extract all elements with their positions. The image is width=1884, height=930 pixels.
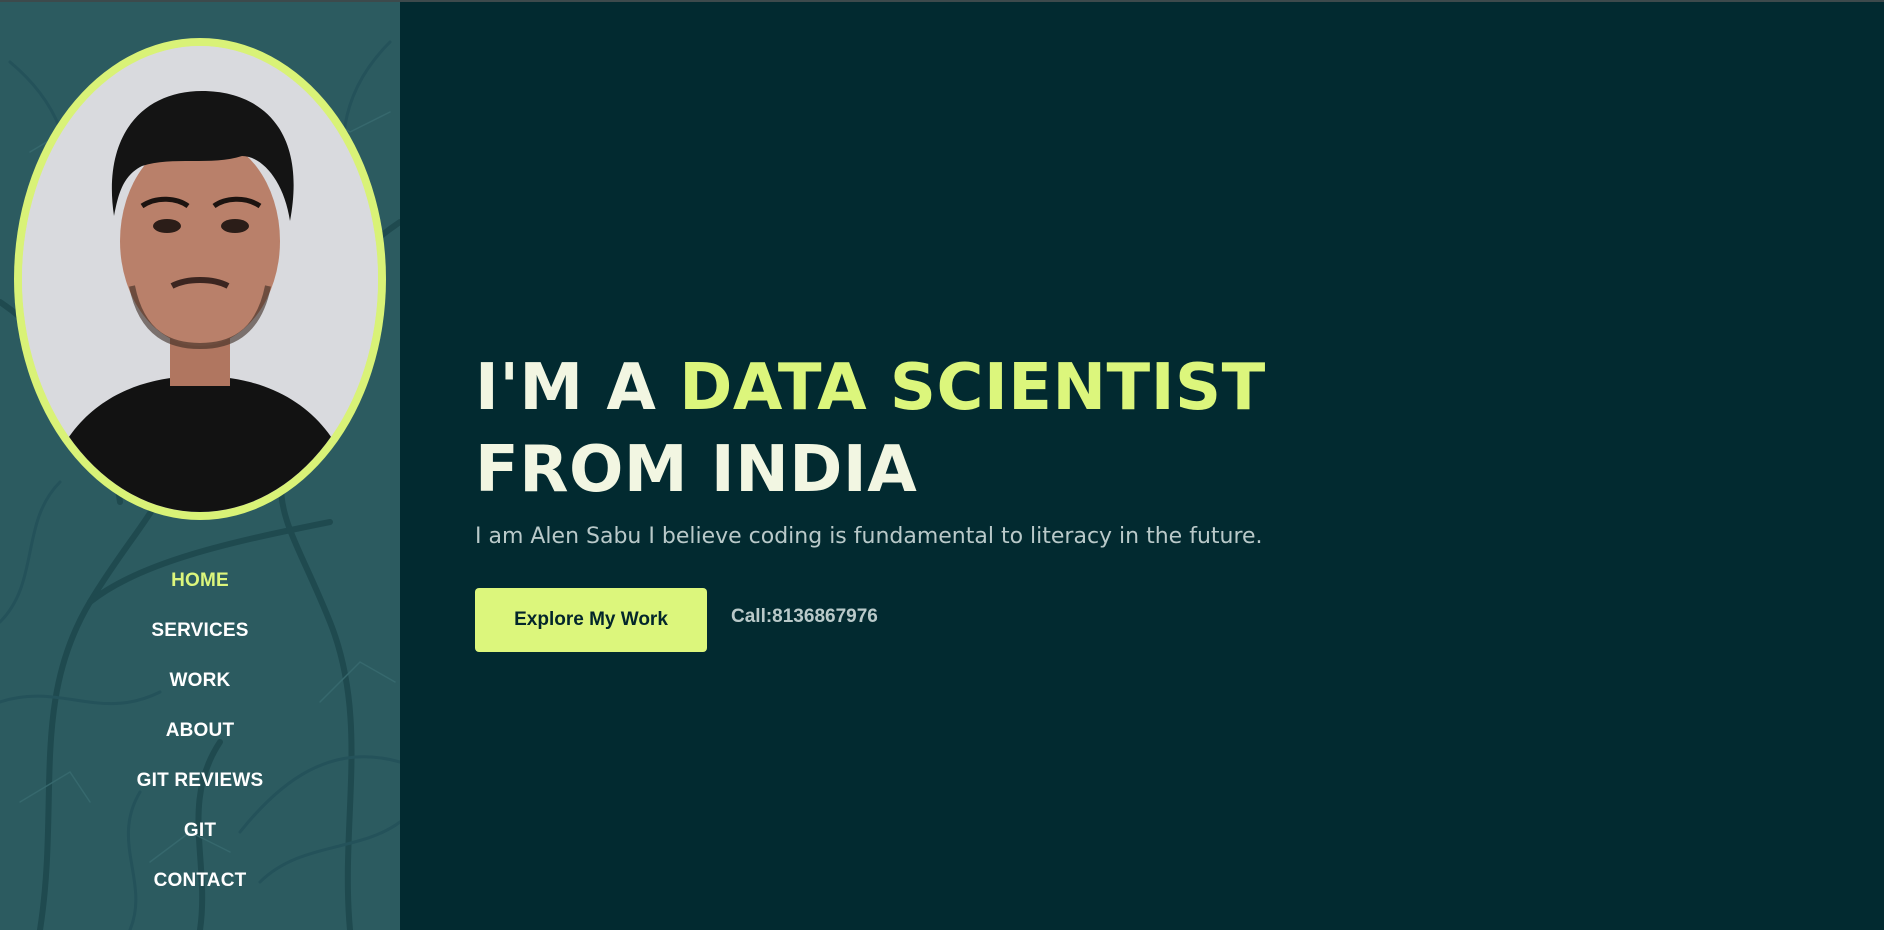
nav-contact[interactable]: CONTACT: [0, 862, 400, 912]
nav-git-reviews[interactable]: GIT REVIEWS: [0, 762, 400, 812]
headline-suffix: FROM INDIA: [475, 433, 918, 507]
hero-headline: I'M A DATA SCIENTIST FROM INDIA: [475, 347, 1475, 511]
hero-section: I'M A DATA SCIENTIST FROM INDIA I am Ale…: [400, 2, 1884, 930]
headline-prefix: I'M A: [475, 351, 680, 425]
call-phone-link[interactable]: Call:8136867976: [731, 606, 878, 628]
sidebar: HOME SERVICES WORK ABOUT GIT REVIEWS GIT…: [0, 2, 400, 930]
nav-git[interactable]: GIT: [0, 812, 400, 862]
main-navigation: HOME SERVICES WORK ABOUT GIT REVIEWS GIT…: [0, 562, 400, 912]
headline-accent: DATA SCIENTIST: [679, 351, 1266, 425]
nav-work[interactable]: WORK: [0, 662, 400, 712]
nav-about[interactable]: ABOUT: [0, 712, 400, 762]
profile-photo-frame: [14, 38, 386, 520]
hero-subtitle: I am Alen Sabu I believe coding is funda…: [475, 524, 1263, 549]
nav-home[interactable]: HOME: [0, 562, 400, 612]
explore-my-work-button[interactable]: Explore My Work: [475, 588, 707, 652]
nav-services[interactable]: SERVICES: [0, 612, 400, 662]
profile-photo: [22, 46, 378, 512]
